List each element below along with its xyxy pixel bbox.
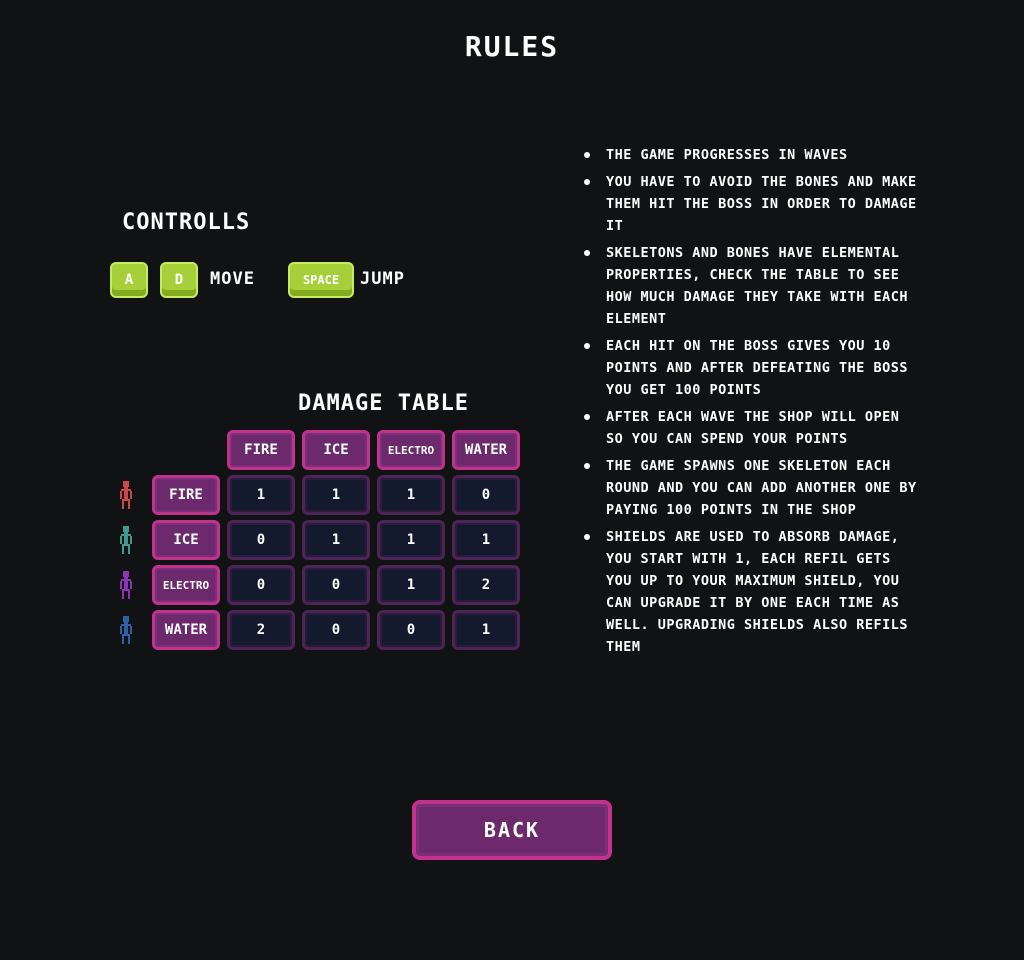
water-skeleton-icon xyxy=(120,616,132,644)
table-cell: 0 xyxy=(377,610,445,650)
row-header-water: WATER xyxy=(152,610,220,650)
table-cell: 0 xyxy=(227,565,295,605)
table-cell: 1 xyxy=(302,475,370,515)
row-header-ice: ICE xyxy=(152,520,220,560)
table-cell: 1 xyxy=(452,520,520,560)
bullet-icon xyxy=(584,250,590,256)
rule-text: SKELETONS AND BONES HAVE ELEMENTAL PROPE… xyxy=(606,245,908,327)
table-cell: 2 xyxy=(227,610,295,650)
table-cell: 0 xyxy=(452,475,520,515)
column-header-ice: ICE xyxy=(302,430,370,470)
list-item: AFTER EACH WAVE THE SHOP WILL OPEN SO YO… xyxy=(582,406,922,450)
controls-heading: CONTROLLS xyxy=(122,210,251,235)
list-item: THE GAME PROGRESSES IN WAVES xyxy=(582,144,922,166)
table-cell: 1 xyxy=(302,520,370,560)
row-header-electro: ELECTRO xyxy=(152,565,220,605)
rule-text: AFTER EACH WAVE THE SHOP WILL OPEN SO YO… xyxy=(606,409,900,447)
page-title: RULES xyxy=(464,30,560,63)
column-header-fire: FIRE xyxy=(227,430,295,470)
table-cell: 0 xyxy=(302,565,370,605)
table-cell: 1 xyxy=(452,610,520,650)
key-a: A xyxy=(110,262,148,298)
jump-label: JUMP xyxy=(360,269,405,289)
key-space: SPACE xyxy=(288,262,354,298)
electro-skeleton-icon xyxy=(120,571,132,599)
rules-list: THE GAME PROGRESSES IN WAVES YOU HAVE TO… xyxy=(582,144,922,663)
rule-text: EACH HIT ON THE BOSS GIVES YOU 10 POINTS… xyxy=(606,338,908,398)
bullet-icon xyxy=(584,534,590,540)
bullet-icon xyxy=(584,414,590,420)
rule-text: SHIELDS ARE USED TO ABSORB DAMAGE, YOU S… xyxy=(606,529,908,655)
key-d: D xyxy=(160,262,198,298)
table-cell: 1 xyxy=(377,520,445,560)
table-cell: 1 xyxy=(377,565,445,605)
column-header-electro: ELECTRO xyxy=(377,430,445,470)
list-item: YOU HAVE TO AVOID THE BONES AND MAKE THE… xyxy=(582,171,922,237)
bullet-icon xyxy=(584,179,590,185)
list-item: SKELETONS AND BONES HAVE ELEMENTAL PROPE… xyxy=(582,242,922,330)
bullet-icon xyxy=(584,463,590,469)
list-item: EACH HIT ON THE BOSS GIVES YOU 10 POINTS… xyxy=(582,335,922,401)
move-label: MOVE xyxy=(210,269,255,289)
table-cell: 2 xyxy=(452,565,520,605)
table-cell: 0 xyxy=(302,610,370,650)
column-header-water: WATER xyxy=(452,430,520,470)
table-cell: 1 xyxy=(227,475,295,515)
row-header-fire: FIRE xyxy=(152,475,220,515)
table-cell: 1 xyxy=(377,475,445,515)
list-item: THE GAME SPAWNS ONE SKELETON EACH ROUND … xyxy=(582,455,922,521)
rule-text: YOU HAVE TO AVOID THE BONES AND MAKE THE… xyxy=(606,174,917,234)
damage-table-heading: DAMAGE TABLE xyxy=(298,391,469,416)
table-cell: 0 xyxy=(227,520,295,560)
rule-text: THE GAME SPAWNS ONE SKELETON EACH ROUND … xyxy=(606,458,917,518)
bullet-icon xyxy=(584,343,590,349)
fire-skeleton-icon xyxy=(120,481,132,509)
bullet-icon xyxy=(584,152,590,158)
ice-skeleton-icon xyxy=(120,526,132,554)
list-item: SHIELDS ARE USED TO ABSORB DAMAGE, YOU S… xyxy=(582,526,922,658)
rule-text: THE GAME PROGRESSES IN WAVES xyxy=(606,147,848,163)
back-button[interactable]: BACK xyxy=(412,800,612,860)
